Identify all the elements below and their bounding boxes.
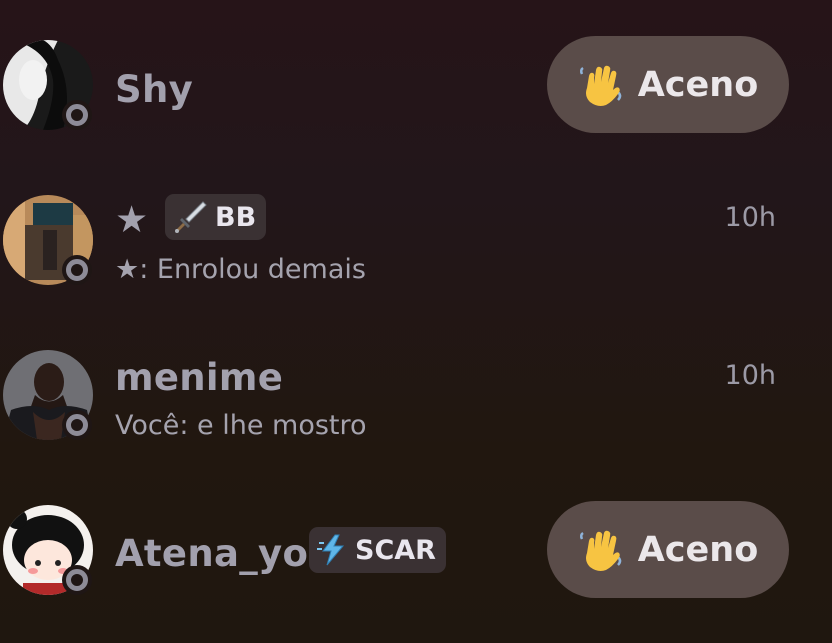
sword-icon xyxy=(173,199,209,235)
timestamp: 10h xyxy=(724,360,776,391)
offline-status-icon xyxy=(62,565,92,595)
offline-status-icon xyxy=(62,410,92,440)
message-preview: ★: Enrolou demais xyxy=(115,254,366,285)
wave-button-label: Aceno xyxy=(637,64,759,105)
wave-button-label: Aceno xyxy=(637,529,759,570)
user-tag-label: BB xyxy=(215,201,257,233)
conversation-row-atena[interactable]: Atena_yo SCAR Aceno xyxy=(0,490,832,643)
waving-hand-icon xyxy=(578,527,624,573)
timestamp: 10h xyxy=(724,202,776,233)
contact-name: ★ xyxy=(115,198,149,241)
user-tag: BB xyxy=(165,194,267,240)
contact-name: Shy xyxy=(115,68,194,111)
offline-status-icon xyxy=(62,255,92,285)
conversation-row-menime[interactable]: menime 10h Você: e lhe mostro xyxy=(0,330,832,490)
lightning-icon xyxy=(317,533,349,567)
message-preview: Você: e lhe mostro xyxy=(115,410,367,441)
wave-button[interactable]: Aceno xyxy=(547,36,789,133)
contact-name: Atena_yo xyxy=(115,532,309,575)
user-tag-label: SCAR xyxy=(355,534,436,566)
wave-button[interactable]: Aceno xyxy=(547,501,789,598)
waving-hand-icon xyxy=(578,62,624,108)
conversation-row-shy[interactable]: Shy Aceno xyxy=(0,0,832,170)
offline-status-icon xyxy=(62,100,92,130)
conversation-row-star[interactable]: ★ BB 10h ★: Enrolou demais xyxy=(0,170,832,330)
contact-name: menime xyxy=(115,356,284,399)
user-tag: SCAR xyxy=(309,527,446,573)
